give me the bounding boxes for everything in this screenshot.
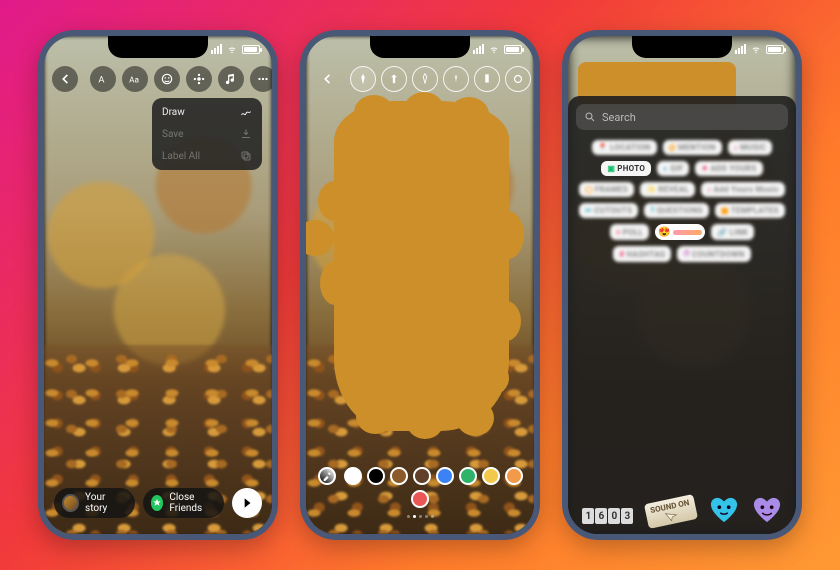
signal-icon [473, 44, 484, 54]
send-button[interactable] [232, 488, 262, 518]
sticker-add-yours-music[interactable]: ♪Add Yours Music [701, 182, 785, 197]
text-icon[interactable]: A [90, 66, 116, 92]
search-input[interactable]: Search [576, 104, 788, 130]
sticker-frames[interactable]: ▢FRAMES [579, 182, 634, 197]
brush-tool[interactable] [350, 66, 376, 92]
color-swatch[interactable] [367, 467, 385, 485]
marker-tool[interactable] [412, 66, 438, 92]
screen-1: A Aa Draw Save Label All [44, 36, 272, 534]
recent-stickers: 1 6 0 3 SOUND ON [568, 464, 796, 524]
heart-sticker-purple[interactable] [752, 496, 782, 524]
sticker-hashtag[interactable]: #HASHTAG [613, 246, 671, 262]
effects-icon[interactable] [186, 66, 212, 92]
wifi-icon [226, 45, 238, 54]
sticker-icon[interactable] [154, 66, 180, 92]
svg-text:A: A [98, 75, 104, 86]
sticker-questions[interactable]: ?QUESTIONS [644, 203, 709, 218]
time-sticker[interactable]: 1 6 0 3 [582, 508, 633, 524]
close-friends-button[interactable]: Close Friends [143, 488, 224, 518]
arrow-tool[interactable] [381, 66, 407, 92]
sticker-templates[interactable]: ▦TEMPLATES [715, 203, 785, 218]
font-icon[interactable]: Aa [122, 66, 148, 92]
signal-icon [735, 44, 746, 54]
your-story-button[interactable]: Your story [54, 488, 135, 518]
battery-icon [504, 45, 522, 54]
color-swatch[interactable] [411, 490, 429, 508]
status-bar [735, 40, 784, 58]
eyedropper-icon[interactable] [318, 467, 336, 485]
phone-1: A Aa Draw Save Label All [38, 30, 278, 540]
sticker-grid: 📍LOCATION @MENTION ♪MUSIC ▣PHOTO ◐GIF ✦ADD YO… [576, 140, 788, 262]
sticker-link[interactable]: 🔗LINK [711, 224, 754, 240]
menu-save-label: Save [162, 129, 183, 140]
battery-icon [766, 45, 784, 54]
eraser-tool[interactable] [505, 66, 531, 92]
avatar [62, 494, 79, 512]
sound-on-sticker[interactable]: SOUND ON [644, 494, 698, 529]
heart-sticker-blue[interactable] [709, 496, 739, 524]
phone-2 [300, 30, 540, 540]
sticker-cutouts[interactable]: ✂CUTOUTS [579, 203, 638, 218]
menu-labelall-label: Label All [162, 151, 200, 162]
star-icon [151, 495, 163, 511]
more-button[interactable] [250, 66, 272, 92]
undo-button[interactable] [314, 66, 340, 92]
notch [108, 36, 208, 58]
scribble-icon [240, 106, 252, 118]
battery-icon [242, 45, 260, 54]
sticker-mention[interactable]: @MENTION [663, 140, 722, 155]
color-swatch[interactable] [505, 467, 523, 485]
emoji-slider-sticker[interactable]: 😍 [655, 224, 705, 240]
color-swatch[interactable] [344, 467, 362, 485]
svg-text:Aa: Aa [129, 75, 139, 85]
color-swatch[interactable] [413, 467, 431, 485]
gradient-background: A Aa Draw Save Label All [0, 0, 840, 570]
palette-pagination [306, 515, 534, 518]
sticker-location[interactable]: 📍LOCATION [592, 140, 657, 155]
sticker-countdown[interactable]: ⏱COUNTDOWN [677, 246, 750, 262]
sticker-photo[interactable]: ▣PHOTO [601, 161, 651, 176]
menu-draw-label: Draw [162, 107, 185, 118]
search-placeholder: Search [602, 111, 636, 124]
status-bar [473, 40, 522, 58]
menu-save[interactable]: Save [162, 128, 252, 140]
chisel-tool[interactable] [474, 66, 500, 92]
color-swatch[interactable] [459, 467, 477, 485]
notch [370, 36, 470, 58]
share-bar: Your story Close Friends [54, 486, 262, 520]
screen-2 [306, 36, 534, 534]
screen-3: Search 📍LOCATION @MENTION ♪MUSIC ▣PHOTO ◐GIF… [568, 36, 796, 534]
cursor-icon [664, 510, 680, 523]
color-swatch[interactable] [436, 467, 454, 485]
phone-3: Search 📍LOCATION @MENTION ♪MUSIC ▣PHOTO ◐GIF… [562, 30, 802, 540]
sticker-music[interactable]: ♪MUSIC [728, 140, 773, 155]
draw-toolbar [314, 66, 526, 92]
signal-icon [211, 44, 222, 54]
wifi-icon [488, 45, 500, 54]
your-story-label: Your story [85, 492, 127, 514]
neon-tool[interactable] [443, 66, 469, 92]
download-icon [240, 128, 252, 140]
music-icon[interactable] [218, 66, 244, 92]
color-swatch[interactable] [482, 467, 500, 485]
more-menu: Draw Save Label All [152, 98, 262, 170]
sticker-add-yours[interactable]: ✦ADD YOURS [695, 161, 762, 176]
wifi-icon [750, 45, 762, 54]
back-button[interactable] [52, 66, 78, 92]
notch [632, 36, 732, 58]
menu-labelall[interactable]: Label All [162, 150, 252, 162]
close-friends-label: Close Friends [169, 492, 216, 514]
search-icon [584, 111, 596, 123]
color-swatch[interactable] [390, 467, 408, 485]
sticker-reveal[interactable]: ✨REVEAL [640, 182, 695, 197]
menu-draw[interactable]: Draw [162, 106, 252, 118]
label-icon [240, 150, 252, 162]
brush-stroke [334, 101, 509, 431]
sticker-panel: Search 📍LOCATION @MENTION ♪MUSIC ▣PHOTO ◐GIF… [568, 96, 796, 534]
sticker-poll[interactable]: ≡POLL [610, 224, 650, 240]
editor-toolbar: A Aa [52, 66, 264, 92]
status-bar [211, 40, 260, 58]
color-palette [306, 461, 534, 522]
sticker-gif[interactable]: ◐GIF [657, 161, 689, 176]
